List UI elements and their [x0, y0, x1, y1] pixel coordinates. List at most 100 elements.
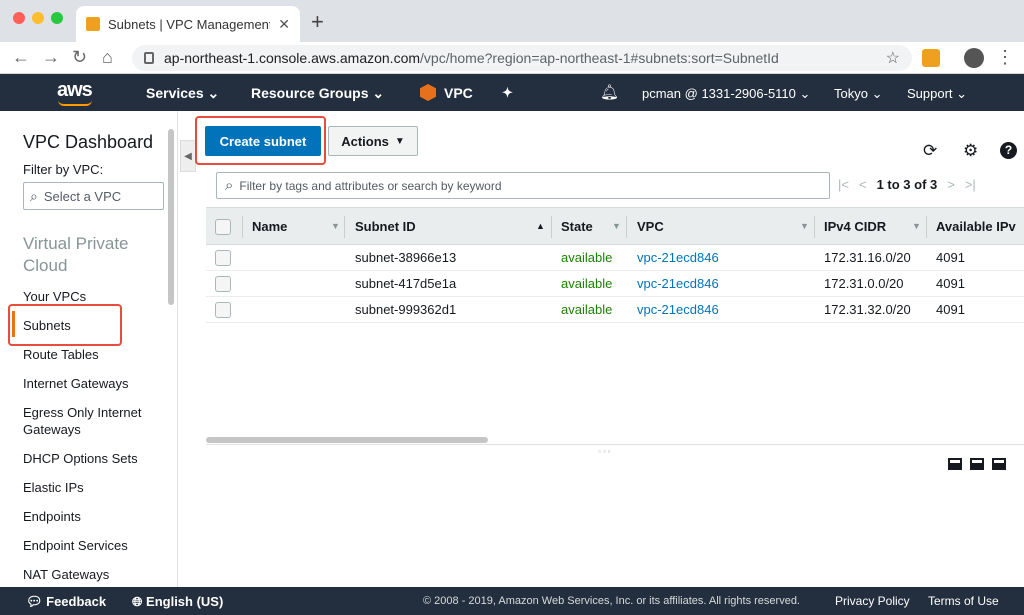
select-vpc-placeholder: Select a VPC	[43, 188, 122, 204]
close-window-button[interactable]	[13, 12, 25, 24]
row-checkbox[interactable]	[215, 276, 231, 292]
pagination: |< < 1 to 3 of 3 > >|	[838, 177, 976, 192]
support-menu[interactable]: Support ⌄	[907, 86, 967, 102]
sidebar-scrollbar[interactable]	[168, 129, 174, 305]
pin-icon[interactable]: ✦	[502, 85, 513, 101]
actions-dropdown[interactable]: Actions ▼	[328, 126, 418, 156]
sidebar-item-route-tables[interactable]: Route Tables	[23, 346, 153, 363]
cell-ipv4-cidr: 172.31.32.0/20	[824, 302, 911, 317]
table-row[interactable]: subnet-38966e13 available vpc-21ecd846 1…	[206, 245, 1024, 271]
sidebar-item-endpoints[interactable]: Endpoints	[23, 508, 153, 525]
region-menu[interactable]: Tokyo ⌄	[834, 86, 883, 102]
chevron-down-icon: ⌄	[871, 86, 883, 101]
collapse-sidebar-button[interactable]: ◀	[180, 140, 196, 172]
sidebar-item-your-vpcs[interactable]: Your VPCs	[23, 288, 153, 305]
cell-available-ips: 4091	[936, 276, 965, 291]
back-icon[interactable]: ←	[12, 47, 30, 68]
prev-page-icon[interactable]: <	[859, 177, 867, 192]
table-row[interactable]: subnet-999362d1 available vpc-21ecd846 1…	[206, 297, 1024, 323]
sort-icon[interactable]: ▼	[800, 221, 809, 231]
sort-icon[interactable]: ▼	[912, 221, 921, 231]
cell-vpc-link[interactable]: vpc-21ecd846	[637, 302, 719, 317]
col-ipv4-cidr[interactable]: IPv4 CIDR	[824, 219, 886, 234]
vpc-dashboard-link[interactable]: VPC Dashboard	[23, 132, 153, 153]
table-horizontal-scrollbar[interactable]	[206, 437, 488, 443]
sidebar-item-egress-only-gateways[interactable]: Egress Only Internet Gateways	[23, 404, 153, 438]
next-page-icon[interactable]: >	[947, 177, 955, 192]
feedback-link[interactable]: 💬︎ Feedback	[26, 594, 106, 610]
sidebar-item-endpoint-services[interactable]: Endpoint Services	[23, 537, 153, 554]
cell-vpc-link[interactable]: vpc-21ecd846	[637, 250, 719, 265]
first-page-icon[interactable]: |<	[838, 177, 849, 192]
col-state[interactable]: State	[561, 219, 593, 234]
sort-asc-icon[interactable]: ▲	[536, 221, 545, 231]
filter-placeholder: Filter by tags and attributes or search …	[239, 178, 502, 193]
browser-menu-icon[interactable]: ⋮	[996, 47, 1014, 68]
language-selector[interactable]: 🌐︎ English (US)	[132, 594, 223, 610]
cell-state: available	[561, 250, 613, 265]
gear-icon[interactable]: ⚙	[963, 141, 978, 161]
select-all-checkbox[interactable]	[215, 219, 231, 235]
chevron-down-icon: ⌄	[956, 86, 968, 101]
home-icon[interactable]: ⌂	[102, 47, 113, 68]
sidebar-item-internet-gateways[interactable]: Internet Gateways	[23, 375, 153, 392]
vpc-service-link[interactable]: VPC	[444, 85, 473, 101]
account-label: pcman @ 1331-2906-5110	[642, 86, 796, 101]
services-menu[interactable]: Services ⌄	[146, 85, 219, 102]
maximize-window-button[interactable]	[51, 12, 63, 24]
aws-logo[interactable]: aws	[57, 79, 93, 102]
filter-by-vpc-label: Filter by VPC:	[23, 162, 104, 177]
cell-subnet-id: subnet-999362d1	[355, 302, 457, 317]
col-name[interactable]: Name	[252, 219, 287, 234]
bookmark-star-icon[interactable]: ☆	[886, 48, 900, 68]
table-row[interactable]: subnet-417d5e1a available vpc-21ecd846 1…	[206, 271, 1024, 297]
bell-icon[interactable]: 🔔︎	[600, 83, 619, 101]
create-subnet-highlight-box	[195, 116, 326, 165]
sidebar-item-elastic-ips[interactable]: Elastic IPs	[23, 479, 153, 496]
forward-icon[interactable]: →	[42, 47, 60, 68]
extension-icon[interactable]	[922, 49, 940, 67]
row-checkbox[interactable]	[215, 250, 231, 266]
help-icon[interactable]: ?	[1000, 142, 1017, 159]
terms-of-use-link[interactable]: Terms of Use	[928, 594, 999, 608]
reload-icon[interactable]: ↻	[72, 47, 87, 68]
layout-top-panel-icon[interactable]	[992, 458, 1006, 470]
console-footer: 💬︎ Feedback 🌐︎ English (US) © 2008 - 201…	[0, 587, 1024, 615]
feedback-icon: 💬︎	[26, 594, 43, 609]
sort-icon[interactable]: ▼	[331, 221, 340, 231]
close-tab-icon[interactable]: ✕	[278, 16, 290, 33]
minimize-window-button[interactable]	[32, 12, 44, 24]
new-tab-button[interactable]: +	[311, 9, 324, 35]
row-checkbox[interactable]	[215, 302, 231, 318]
col-available-ips[interactable]: Available IPv	[936, 219, 1016, 234]
chevron-down-icon: ⌄	[207, 85, 220, 101]
refresh-icon[interactable]: ⟳	[923, 141, 937, 161]
layout-split-panel-icon[interactable]	[970, 458, 984, 470]
resize-handle-icon[interactable]: ▫▫▫	[598, 447, 613, 456]
sort-icon[interactable]: ▼	[612, 221, 621, 231]
main-content: Create subnet Actions ▼ ⟳ ⚙ ? ⌕ Filter b…	[198, 111, 1024, 587]
vpc-sidebar: VPC Dashboard Filter by VPC: ⌕ Select a …	[0, 111, 178, 587]
browser-tab[interactable]: Subnets | VPC Management Co ✕	[76, 6, 300, 42]
col-subnet-id[interactable]: Subnet ID	[355, 219, 416, 234]
sidebar-item-nat-gateways[interactable]: NAT Gateways	[23, 566, 153, 583]
address-bar-row: ← → ↻ ⌂ ap-northeast-1.console.aws.amazo…	[0, 42, 1024, 74]
url-field[interactable]: ap-northeast-1.console.aws.amazon.com/vp…	[132, 45, 912, 71]
filter-search-input[interactable]: ⌕ Filter by tags and attributes or searc…	[216, 172, 830, 199]
profile-avatar[interactable]	[964, 48, 984, 68]
resource-groups-menu[interactable]: Resource Groups ⌄	[251, 85, 384, 102]
account-menu[interactable]: pcman @ 1331-2906-5110 ⌄	[642, 86, 810, 102]
col-vpc[interactable]: VPC	[637, 219, 664, 234]
cell-ipv4-cidr: 172.31.0.0/20	[824, 276, 904, 291]
layout-bottom-panel-icon[interactable]	[948, 458, 962, 470]
privacy-policy-link[interactable]: Privacy Policy	[835, 594, 910, 608]
cell-vpc-link[interactable]: vpc-21ecd846	[637, 276, 719, 291]
region-label: Tokyo	[834, 86, 868, 101]
select-vpc-dropdown[interactable]: ⌕ Select a VPC	[23, 182, 164, 210]
chevron-down-icon: ▼	[394, 135, 405, 147]
copyright-text: © 2008 - 2019, Amazon Web Services, Inc.…	[423, 595, 800, 607]
sidebar-item-dhcp-options[interactable]: DHCP Options Sets	[23, 450, 153, 467]
last-page-icon[interactable]: >|	[965, 177, 976, 192]
column-divider	[926, 216, 927, 238]
subnets-highlight-box	[8, 304, 122, 346]
